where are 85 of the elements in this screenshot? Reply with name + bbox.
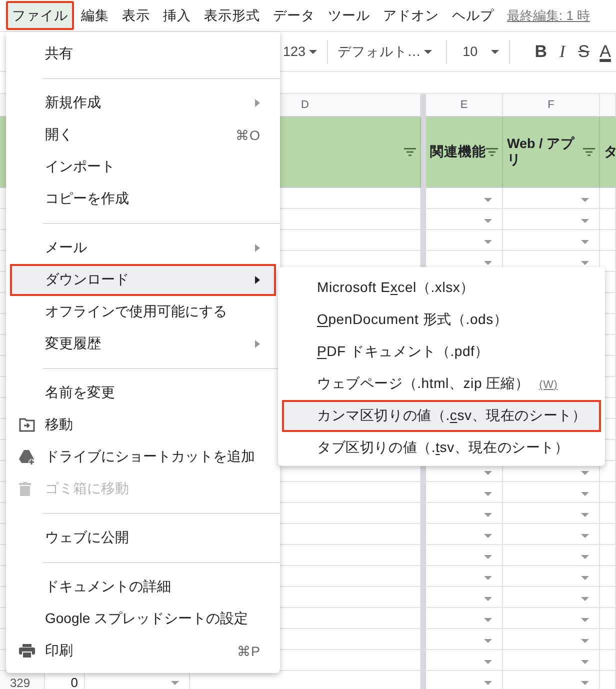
dropdown-arrow-icon: [581, 470, 589, 474]
dropdown-arrow-icon: [581, 492, 589, 496]
strikethrough-button[interactable]: S: [573, 42, 595, 62]
menu-bar-item[interactable]: ツール: [322, 1, 376, 30]
caret-icon: [491, 50, 500, 54]
menu-bar-item[interactable]: 表示形式: [198, 1, 266, 30]
menu-item[interactable]: PDF ドキュメント（.pdf）: [282, 336, 601, 368]
font-size-dropdown[interactable]: 10: [456, 44, 500, 59]
menu-item[interactable]: ダウンロード: [10, 264, 276, 296]
dropdown-arrow-icon: [484, 512, 492, 516]
menu-item[interactable]: 共有: [10, 38, 276, 70]
menu-item[interactable]: 開く ⌘O: [10, 119, 276, 151]
caret-icon: [424, 50, 432, 54]
dropdown-arrow-icon: [581, 512, 589, 516]
dropdown-arrow-icon: [581, 660, 589, 664]
menu-item[interactable]: 移動: [10, 409, 276, 441]
dropdown-arrow-icon: [581, 198, 589, 202]
dropdown-arrow-icon: [581, 260, 589, 264]
menu-item[interactable]: Google スプレッドシートの設定: [10, 603, 276, 635]
drive-plus-icon: [19, 450, 35, 465]
menu-item[interactable]: コピーを作成: [10, 183, 276, 215]
dropdown-arrow-icon: [484, 596, 492, 600]
menu-item[interactable]: OpenDocument 形式（.ods）: [282, 304, 601, 336]
row-number: 329: [10, 676, 30, 689]
column-letter: D: [301, 99, 309, 111]
menu-item[interactable]: ドキュメントの詳細: [10, 571, 276, 603]
dropdown-arrow-icon: [581, 596, 589, 600]
dropdown-arrow-icon: [484, 534, 492, 538]
dropdown-arrow-icon: [581, 554, 589, 558]
menu-bar-item[interactable]: 挿入: [157, 1, 197, 30]
menu-item[interactable]: 名前を変更: [10, 377, 276, 409]
menu-item[interactable]: オフラインで使用可能にする: [10, 296, 276, 328]
printer-icon: [19, 644, 35, 658]
dropdown-arrow-icon: [171, 680, 179, 684]
column-header: タ: [604, 144, 616, 160]
dropdown-arrow-icon: [484, 470, 492, 474]
folder-arrow-icon: [19, 418, 35, 432]
dropdown-arrow-icon: [484, 492, 492, 496]
dropdown-arrow-icon: [484, 240, 492, 244]
dropdown-arrow-icon: [581, 618, 589, 622]
menu-item[interactable]: 変更履歴: [10, 328, 276, 360]
column-header: 関連機能: [430, 144, 486, 160]
column-header: Web / アプリ: [507, 136, 576, 168]
menu-item[interactable]: ドライブにショートカットを追加: [10, 441, 276, 473]
caret-icon: [308, 50, 317, 54]
text-color-button[interactable]: A: [594, 42, 616, 62]
menu-bar-item[interactable]: 編集: [75, 1, 115, 30]
menu-item[interactable]: メール: [10, 232, 276, 264]
menu-bar-item[interactable]: アドオン: [377, 1, 445, 30]
menu-bar-item[interactable]: ヘルプ: [446, 1, 500, 30]
dropdown-arrow-icon: [581, 638, 589, 642]
bold-button[interactable]: B: [530, 42, 552, 62]
dropdown-arrow-icon: [484, 680, 492, 684]
menu-item[interactable]: ウェブページ（.html、zip 圧縮） (W): [282, 368, 601, 400]
dropdown-arrow-icon: [484, 660, 492, 664]
menu-item[interactable]: ウェブに公開: [10, 522, 276, 554]
column-letter: F: [548, 99, 554, 111]
dropdown-arrow-icon: [484, 198, 492, 202]
dropdown-arrow-icon: [581, 240, 589, 244]
menu-item[interactable]: 新規作成: [10, 87, 276, 119]
dropdown-arrow-icon: [484, 618, 492, 622]
dropdown-arrow-icon: [484, 554, 492, 558]
menu-item[interactable]: Microsoft Excel（.xlsx）: [282, 272, 601, 304]
trash-icon: [19, 482, 31, 496]
dropdown-arrow-icon: [581, 680, 589, 684]
menu-bar-item[interactable]: 表示: [116, 1, 156, 30]
menu-item[interactable]: カンマ区切りの値（.csv、現在のシート）: [282, 400, 601, 432]
dropdown-arrow-icon: [581, 576, 589, 580]
column-letter: E: [460, 99, 468, 111]
italic-button[interactable]: I: [552, 42, 574, 62]
dropdown-arrow-icon: [484, 576, 492, 580]
menu-bar-item[interactable]: データ: [267, 1, 321, 30]
number-format-dropdown[interactable]: 123: [283, 44, 317, 59]
last-edit-link[interactable]: 最終編集: 1 時: [507, 6, 590, 24]
dropdown-arrow-icon: [581, 218, 589, 222]
dropdown-arrow-icon: [484, 638, 492, 642]
menu-item[interactable]: タブ区切りの値（.tsv、現在のシート）: [282, 432, 601, 464]
menu-bar-item[interactable]: ファイル: [6, 1, 74, 30]
dropdown-arrow-icon: [484, 260, 492, 264]
dropdown-arrow-icon: [484, 218, 492, 222]
cell-value: 0: [70, 675, 78, 689]
menu-item[interactable]: 印刷 ⌘P: [10, 635, 276, 667]
menu-item[interactable]: インポート: [10, 151, 276, 183]
dropdown-arrow-icon: [581, 534, 589, 538]
font-dropdown[interactable]: デフォルト…: [337, 42, 436, 60]
